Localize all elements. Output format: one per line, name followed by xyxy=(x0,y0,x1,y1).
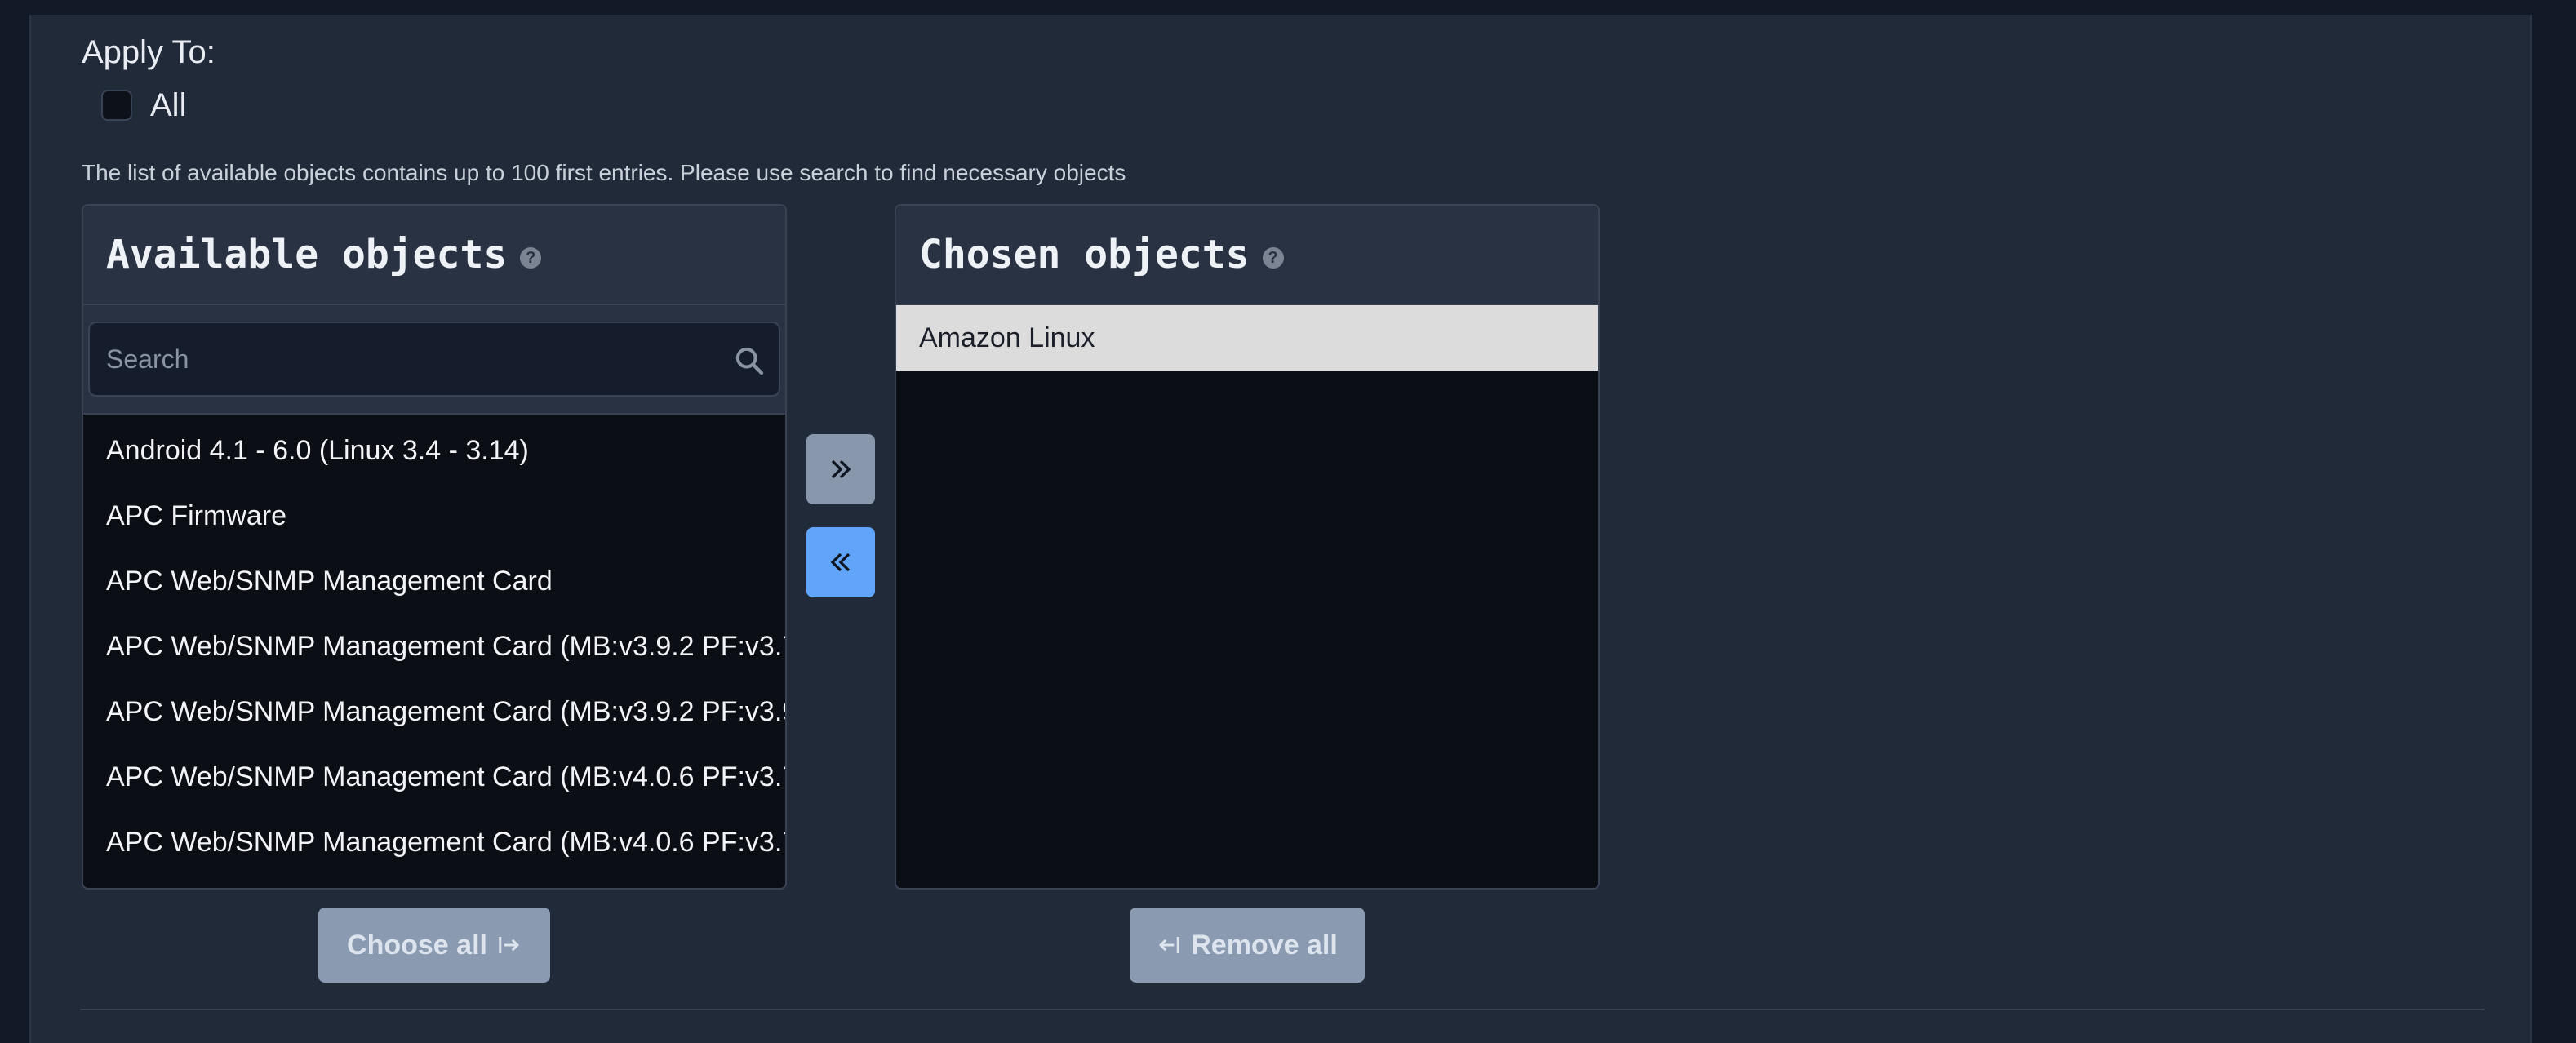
search-icon[interactable] xyxy=(733,344,766,377)
list-item[interactable]: Android 4.1 - 6.0 (Linux 3.4 - 3.14) xyxy=(83,418,785,483)
available-objects-box: Available objects ? Android 4.1 - 6.0 (L… xyxy=(82,204,787,890)
search-field[interactable] xyxy=(88,322,780,397)
all-checkbox[interactable] xyxy=(101,90,132,121)
all-checkbox-row[interactable]: All xyxy=(101,87,186,124)
list-item[interactable]: APC Web/SNMP Management Card (MB:v4.0.6 … xyxy=(83,744,785,810)
chosen-objects-list[interactable]: Amazon Linux xyxy=(896,305,1598,371)
search-input[interactable] xyxy=(90,323,779,395)
list-item[interactable]: APC Web/SNMP Management Card (MB:v3.9.2 … xyxy=(83,614,785,679)
available-objects-list[interactable]: Android 4.1 - 6.0 (Linux 3.4 - 3.14) APC… xyxy=(83,415,785,875)
all-checkbox-label[interactable]: All xyxy=(150,87,186,124)
apply-to-label: Apply To: xyxy=(82,34,215,70)
list-limit-hint: The list of available objects contains u… xyxy=(82,160,1126,185)
arrow-right-to-bar-icon xyxy=(499,937,520,953)
section-divider xyxy=(80,1009,2485,1010)
chosen-objects-title: Chosen objects xyxy=(919,232,1250,277)
chosen-objects-box: Chosen objects ? Amazon Linux xyxy=(895,204,1600,890)
search-container xyxy=(83,305,785,415)
double-chevron-left-icon xyxy=(830,553,851,572)
choose-all-button[interactable]: Choose all xyxy=(318,908,550,983)
list-item[interactable]: APC Web/SNMP Management Card xyxy=(83,548,785,614)
remove-all-label: Remove all xyxy=(1191,929,1338,961)
available-objects-title: Available objects xyxy=(106,232,508,277)
help-icon[interactable]: ? xyxy=(520,247,542,269)
remove-all-button[interactable]: Remove all xyxy=(1130,908,1365,983)
help-icon[interactable]: ? xyxy=(1262,247,1284,269)
move-left-button[interactable] xyxy=(806,527,875,597)
move-right-button[interactable] xyxy=(806,434,875,504)
list-item[interactable]: APC Web/SNMP Management Card (MB:v3.9.2 … xyxy=(83,679,785,744)
list-item[interactable]: APC Firmware xyxy=(83,483,785,548)
chosen-objects-header: Chosen objects ? xyxy=(896,206,1598,305)
double-chevron-right-icon xyxy=(831,459,851,479)
available-objects-header: Available objects ? xyxy=(83,206,785,305)
list-item[interactable]: Amazon Linux xyxy=(896,305,1598,371)
page-background: Apply To: All The list of available obje… xyxy=(0,0,2576,1043)
choose-all-label: Choose all xyxy=(347,929,487,961)
list-item[interactable]: APC Web/SNMP Management Card (MB:v4.0.6 … xyxy=(83,810,785,875)
arrow-left-to-bar-icon xyxy=(1159,937,1179,953)
